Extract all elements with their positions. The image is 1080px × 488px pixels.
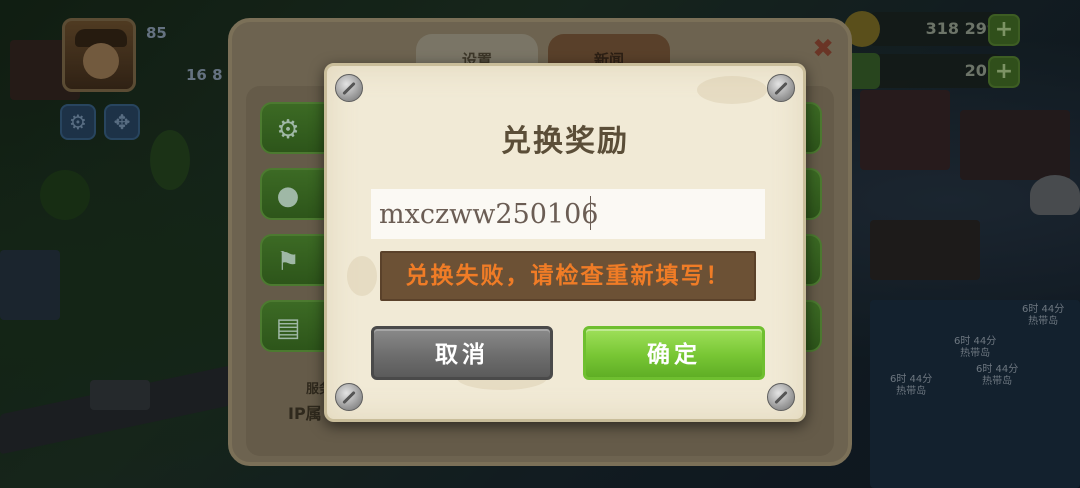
screw-icon: [335, 383, 363, 411]
ip-label: IP属: [288, 404, 322, 423]
chat-icon: ●: [276, 181, 300, 211]
screw-icon: [767, 383, 795, 411]
text-caret: [590, 196, 591, 230]
error-message: 兑换失败，请检查重新填写！: [380, 251, 756, 301]
redeem-code-input[interactable]: [371, 189, 765, 239]
close-icon[interactable]: ✖: [812, 36, 834, 62]
dialog-title: 兑换奖励: [501, 124, 629, 159]
confirm-button[interactable]: 确定: [583, 326, 765, 380]
screw-icon: [767, 74, 795, 102]
gear-icon: ⚙: [276, 115, 300, 145]
checkered-flag-icon: ⚑: [276, 247, 300, 277]
screw-icon: [335, 74, 363, 102]
paper-stain: [347, 256, 377, 296]
document-icon: ▤: [275, 313, 301, 343]
cancel-button[interactable]: 取消: [371, 326, 553, 380]
redeem-dialog: 兑换奖励 兑换失败，请检查重新填写！ 取消 确定: [324, 63, 806, 422]
paper-stain: [697, 76, 767, 104]
